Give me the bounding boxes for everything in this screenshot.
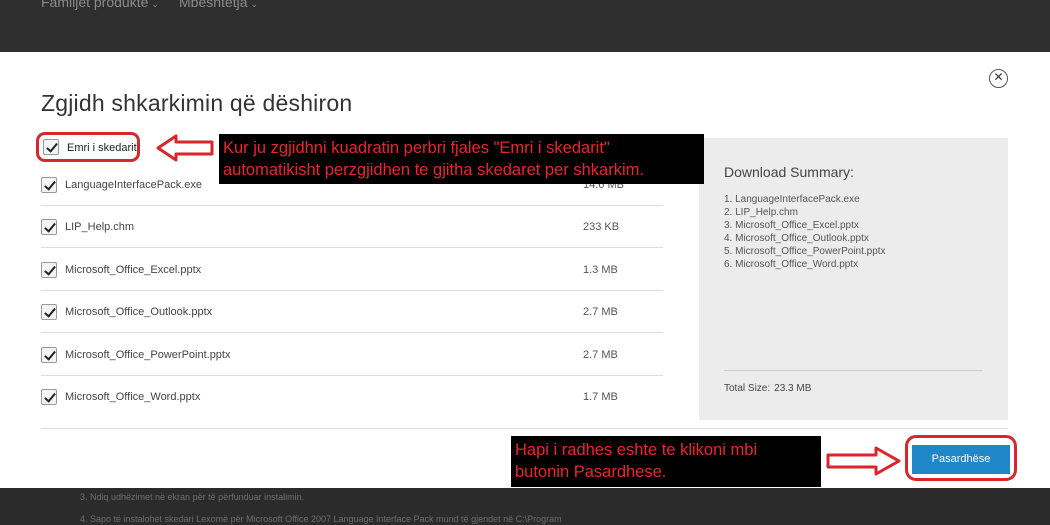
list-divider [41, 428, 1008, 429]
close-icon[interactable]: ✕ [989, 69, 1008, 88]
chevron-down-icon: ⌄ [250, 0, 259, 9]
nav-item-support[interactable]: Mbështetja ⌄ [179, 0, 258, 10]
file-checkbox[interactable] [41, 389, 57, 405]
summary-item: 5. Microsoft_Office_PowerPoint.pptx [724, 246, 886, 257]
file-size: 233 KB [583, 221, 620, 233]
file-checkbox[interactable] [41, 347, 57, 363]
page-behind-text: 3. Ndiq udhëzimet në ekran për të përfun… [0, 488, 1050, 525]
file-checkbox[interactable] [41, 304, 57, 320]
file-size: 2.7 MB [583, 306, 618, 318]
file-row: Microsoft_Office_Word.pptx 1.7 MB [41, 376, 663, 418]
annotation-callout-next: Hapi i radhes eshte te klikoni mbi buton… [511, 436, 821, 487]
file-row: Microsoft_Office_Outlook.pptx 2.7 MB [41, 291, 663, 333]
file-size: 1.3 MB [583, 264, 618, 276]
annotation-arrow-right-icon [826, 446, 901, 476]
top-navigation: Familjet produkte ⌄ Mbështetja ⌄ [0, 0, 1050, 52]
file-row: Microsoft_Office_PowerPoint.pptx 2.7 MB [41, 334, 663, 376]
download-selection-dialog: Zgjidh shkarkimin që dëshiron ✕ Emri i s… [0, 52, 1050, 488]
select-all-highlight: Emri i skedarit [36, 132, 140, 162]
annotation-callout-select-all: Kur ju zgjidhni kuadratin perbri fjales … [219, 134, 704, 184]
page-step-4: 4. Sapo të instalohet skedari Lexomë për… [80, 514, 562, 524]
file-row: Microsoft_Office_Excel.pptx 1.3 MB [41, 249, 663, 291]
summary-divider [724, 370, 983, 371]
nav-item-product-families[interactable]: Familjet produkte ⌄ [41, 0, 159, 10]
summary-title: Download Summary: [724, 164, 854, 180]
file-checkbox[interactable] [41, 219, 57, 235]
next-button[interactable]: Pasardhëse [912, 445, 1010, 474]
summary-item: 1. LanguageInterfacePack.exe [724, 194, 860, 205]
select-all-label: Emri i skedarit [67, 142, 137, 154]
chevron-down-icon: ⌄ [151, 0, 159, 9]
select-all-checkbox[interactable] [43, 139, 59, 155]
summary-list: 1. LanguageInterfacePack.exe 2. LIP_Help… [724, 193, 886, 271]
total-size-value: 23.3 MB [774, 383, 812, 394]
annotation-arrow-left-icon [156, 134, 214, 162]
page-step-3: 3. Ndiq udhëzimet në ekran për të përfun… [80, 492, 305, 502]
file-name: LanguageInterfacePack.exe [65, 179, 202, 191]
file-name: Microsoft_Office_PowerPoint.pptx [65, 349, 231, 361]
file-name: Microsoft_Office_Outlook.pptx [65, 306, 213, 318]
total-size: Total Size: 23.3 MB [724, 383, 811, 394]
total-size-label: Total Size: [724, 383, 771, 394]
file-checkbox[interactable] [41, 177, 57, 193]
file-size: 2.7 MB [583, 349, 618, 361]
file-name: LIP_Help.chm [65, 221, 135, 233]
file-name: Microsoft_Office_Word.pptx [65, 391, 201, 403]
summary-item: 2. LIP_Help.chm [724, 207, 798, 218]
download-summary-panel: Download Summary: 1. LanguageInterfacePa… [699, 138, 1008, 420]
file-row: LIP_Help.chm 233 KB [41, 206, 663, 248]
summary-item: 6. Microsoft_Office_Word.pptx [724, 259, 859, 270]
file-size: 1.7 MB [583, 391, 618, 403]
callout-text-line: automatikisht perzgjidhen te gjitha sked… [223, 161, 644, 179]
summary-item: 3. Microsoft_Office_Excel.pptx [724, 220, 859, 231]
file-name: Microsoft_Office_Excel.pptx [65, 264, 202, 276]
summary-item: 4. Microsoft_Office_Outlook.pptx [724, 233, 869, 244]
dialog-title: Zgjidh shkarkimin që dëshiron [41, 90, 353, 116]
callout-text-line: Kur ju zgjidhni kuadratin perbri fjales … [223, 139, 610, 157]
callout-text-line: butonin Pasardhese. [515, 463, 667, 481]
file-checkbox[interactable] [41, 262, 57, 278]
callout-text-line: Hapi i radhes eshte te klikoni mbi [515, 441, 758, 459]
